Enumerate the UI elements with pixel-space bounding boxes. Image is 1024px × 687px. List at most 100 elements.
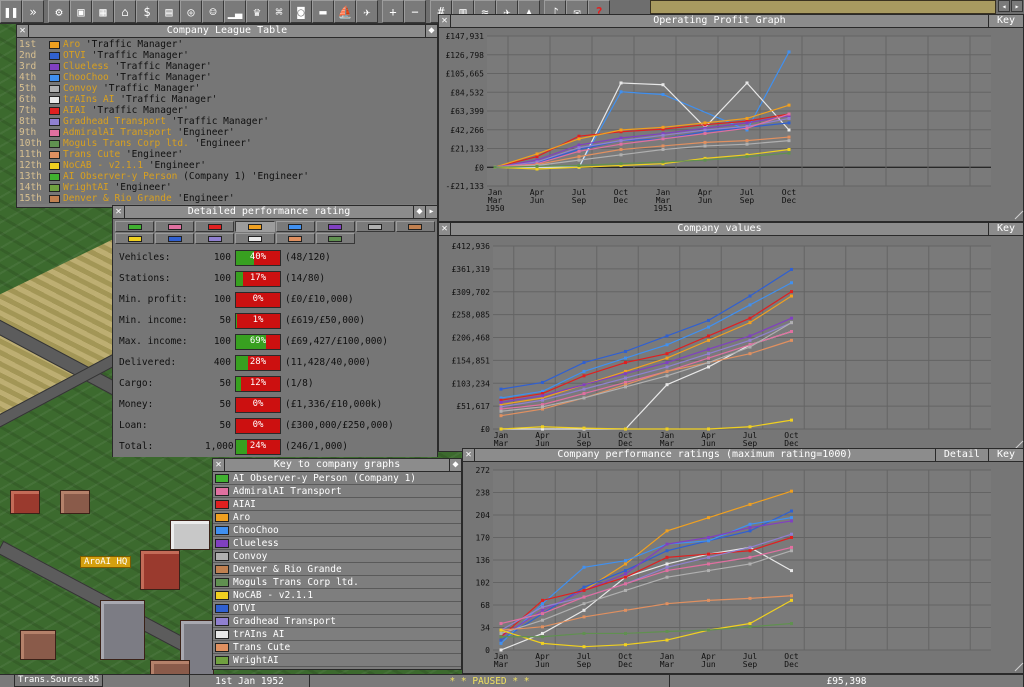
close-icon[interactable]: ✕ (439, 15, 451, 27)
key-row[interactable]: Gradhead Transport (213, 615, 461, 628)
window-title[interactable]: Operating Profit Graph (451, 15, 988, 27)
key-button[interactable]: Key (987, 15, 1023, 27)
data-point (624, 562, 627, 566)
window-title[interactable]: Key to company graphs (225, 459, 449, 471)
company-select-button[interactable] (155, 221, 195, 232)
metric-value: (£300,000/£250,000) (285, 420, 394, 431)
company-select-button[interactable] (195, 221, 235, 232)
stations-icon[interactable]: ▤ (158, 0, 180, 23)
ships-icon[interactable]: ⛵ (334, 0, 356, 23)
league-table-window: ✕ Company League Table ◆ 1st Aro 'Traffic… (16, 24, 438, 208)
close-icon[interactable]: ✕ (113, 206, 125, 218)
company-select-button[interactable] (195, 233, 235, 244)
key-row[interactable]: ChooChoo (213, 524, 461, 537)
settings-wrench-icon[interactable]: ⚙ (48, 0, 70, 23)
key-row[interactable]: Moguls Trans Corp ltd. (213, 576, 461, 589)
company-color-swatch (247, 235, 262, 242)
sticky-icon[interactable]: ◆ (449, 459, 461, 471)
save-disk-icon[interactable]: ▣ (70, 0, 92, 23)
x-tick-label: Sep (743, 660, 758, 669)
company-color-swatch (215, 499, 229, 509)
metric-max: 400 (213, 357, 231, 368)
data-point (790, 418, 793, 422)
key-row[interactable]: Aro (213, 511, 461, 524)
data-point (748, 596, 752, 600)
date-display: 1st Jan 1952 (190, 675, 310, 687)
scroll-right-icon[interactable]: ▸ (1011, 0, 1023, 12)
data-point (707, 318, 710, 322)
company-name: Trans Cute (63, 149, 121, 160)
company-select-button[interactable] (395, 221, 435, 232)
finances-coins-icon[interactable]: ◎ (180, 0, 202, 23)
league-trophy-icon[interactable]: ♛ (246, 0, 268, 23)
close-icon[interactable]: ✕ (213, 459, 225, 471)
subsidies-icon[interactable]: $ (136, 0, 158, 23)
close-icon[interactable]: ✕ (439, 223, 451, 235)
company-select-button[interactable] (235, 221, 275, 232)
key-row[interactable]: NoCAB - v2.1.1 (213, 589, 461, 602)
graphs-icon[interactable]: ▁▃ (224, 0, 246, 23)
fast-forward-icon[interactable]: » (22, 0, 44, 23)
key-row[interactable]: Convoy (213, 550, 461, 563)
metric-percent: 69% (249, 335, 267, 346)
company-select-button[interactable] (275, 221, 315, 232)
data-point (582, 608, 586, 612)
key-row[interactable]: trAIns AI (213, 628, 461, 641)
key-button[interactable]: Key (987, 223, 1023, 235)
key-row[interactable]: WrightAI (213, 654, 461, 667)
zoom-out-icon[interactable]: − (404, 0, 426, 23)
y-tick-label: 136 (476, 556, 491, 565)
data-point (748, 549, 752, 553)
close-icon[interactable]: ✕ (463, 449, 475, 461)
detail-button[interactable]: Detail (934, 449, 988, 461)
key-row[interactable]: Trans Cute (213, 641, 461, 654)
pause-icon[interactable]: ❚❚ (0, 0, 22, 23)
data-point (499, 635, 503, 639)
data-point (665, 638, 669, 642)
key-row[interactable]: Clueless (213, 537, 461, 550)
metric-value: (£619/£50,000) (285, 315, 366, 326)
news-ticker[interactable]: Trans.Source.85 (14, 674, 104, 687)
collapse-icon[interactable]: ▸ (425, 206, 437, 218)
resize-handle[interactable] (1014, 662, 1024, 672)
key-row[interactable]: AdmiralAI Transport (213, 485, 461, 498)
window-title[interactable]: Detailed performance rating (125, 206, 413, 218)
company-manager-icon[interactable]: ☺ (202, 0, 224, 23)
company-select-button[interactable] (115, 221, 155, 232)
key-row[interactable]: OTVI (213, 602, 461, 615)
trains-icon[interactable]: ◙ (290, 0, 312, 23)
key-row[interactable]: Denver & Rio Grande (213, 563, 461, 576)
window-title[interactable]: Company League Table (29, 25, 425, 37)
data-point (665, 575, 669, 579)
sticky-icon[interactable]: ◆ (413, 206, 425, 218)
map-icon[interactable]: ▦ (92, 0, 114, 23)
company-hq-sign[interactable]: AroAI HQ (80, 556, 132, 568)
town-directory-icon[interactable]: ⌂ (114, 0, 136, 23)
aircraft-icon[interactable]: ✈ (356, 0, 378, 23)
company-select-button[interactable] (355, 221, 395, 232)
y-tick-label: £309,702 (451, 288, 490, 297)
performance-ratings-graph-window: ✕ Company performance ratings (maximum r… (462, 448, 1024, 674)
window-title[interactable]: Company performance ratings (maximum rat… (475, 449, 935, 461)
company-select-button[interactable] (315, 221, 355, 232)
paused-indicator[interactable]: * * PAUSED * * (310, 675, 670, 687)
industries-icon[interactable]: ⌘ (268, 0, 290, 23)
sticky-icon[interactable]: ◆ (425, 25, 437, 37)
window-title[interactable]: Company values (451, 223, 988, 235)
company-select-button[interactable] (315, 233, 355, 244)
key-button[interactable]: Key (987, 449, 1023, 461)
company-select-button[interactable] (115, 233, 155, 244)
close-icon[interactable]: ✕ (17, 25, 29, 37)
company-select-button[interactable] (275, 233, 315, 244)
data-point (665, 361, 669, 365)
company-select-button[interactable] (235, 233, 275, 244)
company-color-swatch (207, 235, 222, 242)
resize-handle[interactable] (1014, 210, 1024, 220)
key-row[interactable]: AI Observer-y Person (Company 1) (213, 472, 461, 485)
zoom-in-icon[interactable]: + (382, 0, 404, 23)
key-row[interactable]: AIAI (213, 498, 461, 511)
scroll-left-icon[interactable]: ◂ (998, 0, 1010, 12)
road-vehicles-icon[interactable]: ▬ (312, 0, 334, 23)
data-point (665, 555, 669, 559)
company-select-button[interactable] (155, 233, 195, 244)
